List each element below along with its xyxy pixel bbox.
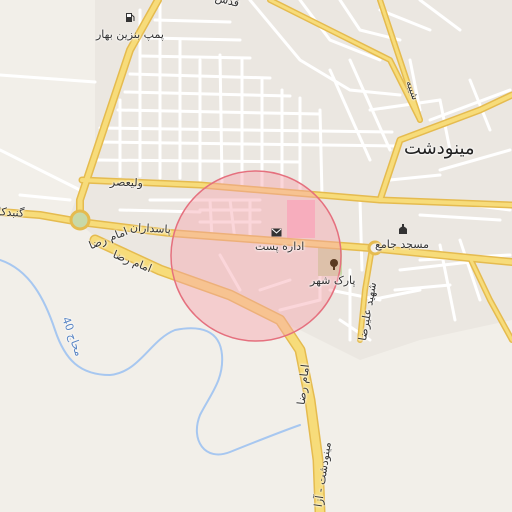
search-radius-circle [170,170,342,342]
envelope-icon[interactable] [271,228,283,240]
park-label: پارک شهر [310,274,356,287]
gas-station-label: پمپ بنزین بهار [96,28,164,41]
roundabout-west [69,209,91,231]
fuel-icon[interactable] [125,12,137,24]
basemap [0,0,512,512]
town-label: مینودشت [404,138,475,159]
street-gonbad-label: گنبدکا [0,205,25,220]
street-valiasr-label: ولیعصر [109,175,144,190]
tree-icon[interactable] [328,258,340,270]
mosque-icon[interactable] [397,224,409,236]
post-office-label: اداره پست [255,240,305,253]
mosque-label: مسجد جامع [375,238,429,251]
map-view[interactable]: مینودشت پمپ بنزین بهار اداره پست مسجد جا… [0,0,512,512]
street-pasdaran-label: پاسداران [129,220,172,237]
